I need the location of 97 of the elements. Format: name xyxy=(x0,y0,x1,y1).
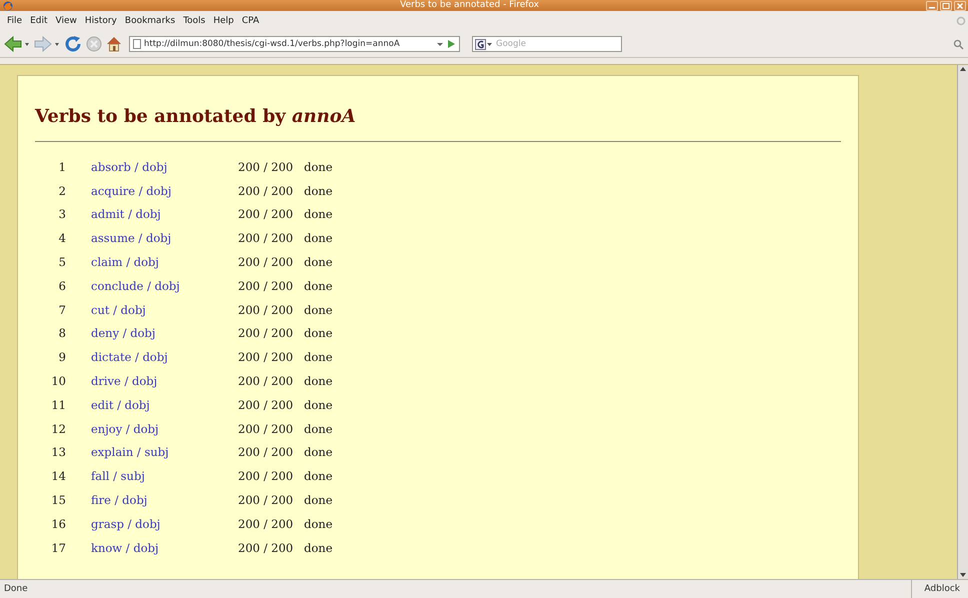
status-text: done xyxy=(304,540,334,555)
row-number: 4 xyxy=(58,231,67,246)
address-field[interactable]: http://dilmun:8080/thesis/cgi-wsd.1/verbs.php?login=annoA xyxy=(129,36,460,52)
status-text: done xyxy=(304,398,334,412)
verb-link[interactable]: absorb / dobj xyxy=(91,160,168,174)
verb-link[interactable]: dictate / dobj xyxy=(91,350,168,364)
scroll-up-icon[interactable] xyxy=(958,65,968,74)
page-icon xyxy=(133,39,141,49)
verb-link[interactable]: enjoy / dobj xyxy=(91,422,159,436)
status-text: Done xyxy=(4,584,28,594)
scroll-down-icon[interactable] xyxy=(958,570,968,579)
verb-link[interactable]: know / dobj xyxy=(91,540,159,555)
verb-link[interactable]: deny / dobj xyxy=(91,326,156,340)
status-text: done xyxy=(304,184,334,198)
verb-link[interactable]: conclude / dobj xyxy=(91,278,180,293)
status-text: done xyxy=(304,326,334,340)
verb-link[interactable]: claim / dobj xyxy=(91,255,159,270)
row-number: 13 xyxy=(50,445,67,460)
home-button[interactable] xyxy=(106,36,122,52)
status-text: done xyxy=(304,207,334,222)
firefox-icon xyxy=(3,0,13,10)
status-text: done xyxy=(304,278,334,293)
search-icon[interactable] xyxy=(953,38,964,50)
annotation-count: 200 / 200 xyxy=(238,302,294,317)
row-number: 5 xyxy=(58,255,67,270)
status-text: done xyxy=(304,516,334,531)
row-number: 9 xyxy=(58,350,67,364)
row-number: 1 xyxy=(58,160,67,174)
status-text: done xyxy=(304,469,334,484)
menu-item[interactable]: Bookmarks xyxy=(120,14,180,28)
annotation-count: 200 / 200 xyxy=(238,540,294,555)
annotation-count: 200 / 200 xyxy=(238,374,294,388)
row-number: 6 xyxy=(58,278,67,293)
go-icon[interactable] xyxy=(447,39,456,49)
verb-link[interactable]: admit / dobj xyxy=(91,207,161,222)
scrollbar[interactable] xyxy=(957,65,968,579)
close-button[interactable] xyxy=(954,0,966,10)
verb-link[interactable]: assume / dobj xyxy=(91,231,172,246)
window-title: Verbs to be annotated - Firefox xyxy=(399,0,540,11)
annotation-count: 200 / 200 xyxy=(238,278,294,293)
forward-button[interactable] xyxy=(34,36,60,52)
row-number: 2 xyxy=(58,184,67,198)
verb-link[interactable]: drive / dobj xyxy=(91,374,158,388)
row-number: 14 xyxy=(50,469,67,484)
status-text: done xyxy=(304,422,334,436)
throbber-icon xyxy=(956,16,966,26)
annotation-count: 200 / 200 xyxy=(238,184,294,198)
annotation-count: 200 / 200 xyxy=(238,516,294,531)
menu-item[interactable]: Help xyxy=(209,14,238,28)
annotation-count: 200 / 200 xyxy=(238,469,294,484)
annotation-count: 200 / 200 xyxy=(238,207,294,222)
verb-link[interactable]: acquire / dobj xyxy=(91,184,172,198)
verb-link[interactable]: fall / subj xyxy=(91,469,145,484)
row-number: 15 xyxy=(50,493,67,508)
row-number: 16 xyxy=(50,516,67,531)
verb-link[interactable]: explain / subj xyxy=(91,445,169,460)
row-number: 11 xyxy=(50,398,67,412)
verb-link[interactable]: cut / dobj xyxy=(91,302,146,317)
annotation-count: 200 / 200 xyxy=(238,350,294,364)
status-text: done xyxy=(304,445,334,460)
annotation-count: 200 / 200 xyxy=(238,160,294,174)
row-number: 12 xyxy=(50,422,67,436)
maximize-button[interactable] xyxy=(940,0,952,10)
row-number: 10 xyxy=(50,374,67,388)
status-text: done xyxy=(304,231,334,246)
annotation-count: 200 / 200 xyxy=(238,398,294,412)
annotation-count: 200 / 200 xyxy=(238,422,294,436)
status-text: done xyxy=(304,255,334,270)
menu-item[interactable]: Edit xyxy=(26,14,52,28)
row-number: 8 xyxy=(58,326,67,340)
menu-item[interactable]: View xyxy=(52,14,81,28)
status-text: done xyxy=(304,350,334,364)
row-number: 7 xyxy=(58,302,67,317)
verb-link[interactable]: fire / dobj xyxy=(91,493,148,508)
menu-item[interactable]: Tools xyxy=(179,14,210,28)
row-number: 17 xyxy=(50,540,67,555)
verb-link[interactable]: edit / dobj xyxy=(91,398,150,412)
menu-item[interactable]: CPA xyxy=(238,14,264,28)
status-text: done xyxy=(304,493,334,508)
status-text: done xyxy=(304,374,334,388)
status-text: done xyxy=(304,160,334,174)
menu-item[interactable]: File xyxy=(3,14,26,28)
annotation-count: 200 / 200 xyxy=(238,231,294,246)
adblock-button[interactable]: Adblock xyxy=(911,580,968,598)
reload-button[interactable] xyxy=(64,35,82,53)
row-number: 3 xyxy=(58,207,67,222)
menu-item[interactable]: History xyxy=(80,14,121,28)
dropdown-icon[interactable] xyxy=(436,40,444,48)
verb-link[interactable]: grasp / dobj xyxy=(91,516,160,531)
back-button[interactable] xyxy=(4,36,30,52)
annotation-count: 200 / 200 xyxy=(238,326,294,340)
minimize-button[interactable] xyxy=(926,0,938,10)
annotation-count: 200 / 200 xyxy=(238,445,294,460)
page-heading: Verbs to be annotated by annoA xyxy=(35,106,841,142)
annotation-count: 200 / 200 xyxy=(238,493,294,508)
annotation-count: 200 / 200 xyxy=(238,255,294,270)
status-text: done xyxy=(304,302,334,317)
